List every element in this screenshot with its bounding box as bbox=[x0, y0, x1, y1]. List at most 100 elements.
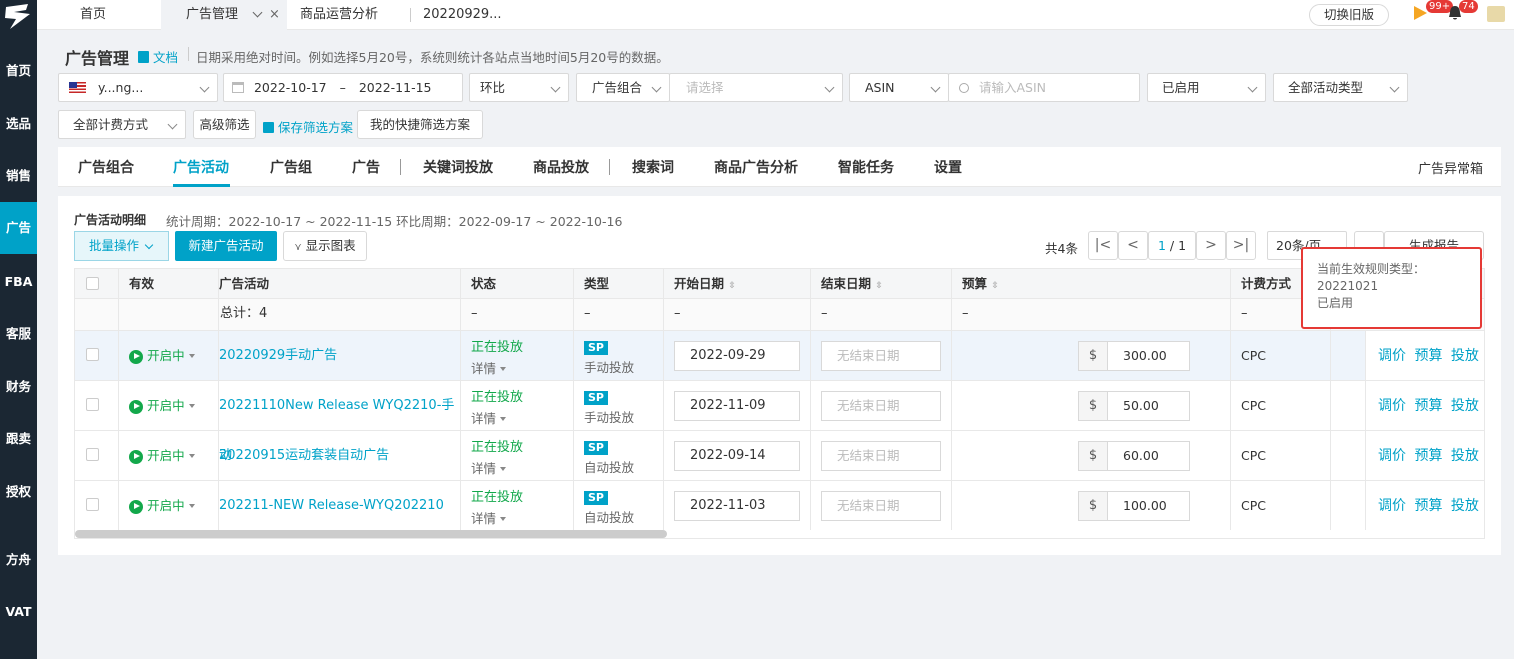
sidebar-item-product-selection[interactable]: 选品 bbox=[0, 114, 37, 134]
first-page-button[interactable]: |< bbox=[1088, 231, 1118, 260]
subtab-campaigns[interactable]: 广告活动 bbox=[173, 157, 229, 177]
sidebar-item-ark[interactable]: 方舟 bbox=[0, 550, 37, 570]
row-detail-toggle[interactable]: 详情 bbox=[471, 458, 573, 479]
portfolio-type-select[interactable]: 广告组合 bbox=[576, 73, 670, 102]
targeting-link[interactable]: 投放 bbox=[1451, 498, 1479, 514]
start-date-input[interactable]: 2022-11-09 bbox=[674, 391, 800, 421]
asin-search-input[interactable]: 请输入ASIN bbox=[948, 73, 1140, 102]
row-state-toggle[interactable]: 开启中 bbox=[119, 381, 219, 430]
budget-input[interactable]: 300.00 bbox=[1107, 341, 1190, 371]
header-start-date[interactable]: 开始日期 ⇳ bbox=[664, 269, 811, 299]
sidebar-item-service[interactable]: 客服 bbox=[0, 324, 37, 344]
budget-input[interactable]: 60.00 bbox=[1107, 441, 1190, 471]
header-end-date[interactable]: 结束日期 ⇳ bbox=[811, 269, 952, 299]
subtab-smart-tasks[interactable]: 智能任务 bbox=[838, 157, 894, 177]
row-status: 正在投放 bbox=[471, 490, 524, 505]
campaign-name-link[interactable]: 20220929手动广告 bbox=[219, 348, 337, 363]
sidebar-item-ads[interactable]: 广告 bbox=[0, 202, 37, 254]
start-date-input[interactable]: 2022-11-03 bbox=[674, 491, 800, 521]
adjust-bid-link[interactable]: 调价 bbox=[1378, 498, 1406, 514]
subtab-product-targeting[interactable]: 商品投放 bbox=[533, 157, 589, 177]
budget-link[interactable]: 预算 bbox=[1414, 398, 1442, 414]
row-state-toggle[interactable]: 开启中 bbox=[119, 431, 219, 480]
row-detail-toggle[interactable]: 详情 bbox=[471, 508, 573, 529]
sidebar-item-fba[interactable]: FBA bbox=[0, 272, 37, 292]
portfolio-select[interactable]: 请选择 bbox=[669, 73, 843, 102]
page-indicator[interactable]: 1 / 1 bbox=[1148, 231, 1196, 260]
sidebar-item-follow-sell[interactable]: 跟卖 bbox=[0, 429, 37, 449]
row-checkbox[interactable] bbox=[86, 448, 99, 461]
billing-select[interactable]: 全部计费方式 bbox=[58, 110, 186, 139]
sidebar-item-finance[interactable]: 财务 bbox=[0, 377, 37, 397]
adjust-bid-link[interactable]: 调价 bbox=[1378, 398, 1406, 414]
save-scheme-button[interactable]: 保存筛选方案 bbox=[263, 117, 353, 136]
last-page-button[interactable]: >| bbox=[1226, 231, 1256, 260]
adjust-bid-link[interactable]: 调价 bbox=[1378, 348, 1406, 364]
adjust-bid-link[interactable]: 调价 bbox=[1378, 448, 1406, 464]
sidebar-item-authorization[interactable]: 授权 bbox=[0, 482, 37, 502]
subtab-ad-groups[interactable]: 广告组 bbox=[270, 157, 312, 177]
my-scheme-button[interactable]: 我的快捷筛选方案 bbox=[357, 110, 483, 139]
row-state-toggle[interactable]: 开启中 bbox=[119, 331, 219, 380]
row-checkbox[interactable] bbox=[86, 398, 99, 411]
doc-link[interactable]: 文档 bbox=[138, 47, 178, 66]
store-select[interactable]: y...ng... bbox=[58, 73, 218, 102]
next-page-button[interactable]: > bbox=[1196, 231, 1226, 260]
row-campaign-cell: 20220929手动广告 bbox=[219, 331, 461, 380]
show-chart-button[interactable]: ⋎ 显示图表 bbox=[283, 231, 367, 261]
advanced-filter-button[interactable]: 高级筛选 bbox=[193, 110, 256, 139]
row-detail-toggle[interactable]: 详情 bbox=[471, 408, 573, 429]
ad-exception-box-link[interactable]: 广告异常箱 bbox=[1418, 158, 1483, 177]
sidebar-item-sales[interactable]: 销售 bbox=[0, 166, 37, 186]
status-select[interactable]: 已启用 bbox=[1147, 73, 1266, 102]
asin-type-select[interactable]: ASIN bbox=[849, 73, 949, 102]
tab-ad-management[interactable]: 广告管理 × bbox=[161, 0, 287, 30]
end-date-input[interactable]: 无结束日期 bbox=[821, 491, 941, 521]
current-page-input[interactable]: 1 bbox=[1158, 238, 1166, 253]
end-date-input[interactable]: 无结束日期 bbox=[821, 441, 941, 471]
row-state-toggle[interactable]: 开启中 bbox=[119, 481, 219, 530]
new-campaign-button[interactable]: 新建广告活动 bbox=[175, 231, 277, 261]
subtab-product-ad-analysis[interactable]: 商品广告分析 bbox=[714, 157, 798, 177]
tab-campaign-20220929[interactable]: 20220929... bbox=[423, 0, 502, 30]
subtab-keyword-targeting[interactable]: 关键词投放 bbox=[423, 157, 493, 177]
start-date-input[interactable]: 2022-09-14 bbox=[674, 441, 800, 471]
batch-operation-button[interactable]: 批量操作 bbox=[74, 231, 169, 261]
subtab-portfolio[interactable]: 广告组合 bbox=[78, 157, 134, 177]
tab-home[interactable]: 首页 bbox=[80, 0, 106, 30]
budget-link[interactable]: 预算 bbox=[1414, 498, 1442, 514]
horizontal-scrollbar[interactable] bbox=[75, 530, 667, 538]
end-date-input[interactable]: 无结束日期 bbox=[821, 341, 941, 371]
close-icon[interactable]: × bbox=[269, 0, 280, 30]
campaign-name-link[interactable]: 20220915运动套装自动广告 bbox=[219, 448, 389, 463]
compare-select[interactable]: 环比 bbox=[469, 73, 569, 102]
targeting-link[interactable]: 投放 bbox=[1451, 448, 1479, 464]
tab-product-analysis[interactable]: 商品运营分析 bbox=[300, 0, 378, 30]
select-all-checkbox[interactable] bbox=[86, 277, 99, 290]
start-date-input[interactable]: 2022-09-29 bbox=[674, 341, 800, 371]
prev-page-button[interactable]: < bbox=[1118, 231, 1148, 260]
activity-type-select[interactable]: 全部活动类型 bbox=[1273, 73, 1408, 102]
subtab-search-terms[interactable]: 搜索词 bbox=[632, 157, 674, 177]
budget-input[interactable]: 100.00 bbox=[1107, 491, 1190, 521]
date-range-picker[interactable]: 2022-10-17 – 2022-11-15 bbox=[223, 73, 463, 102]
targeting-link[interactable]: 投放 bbox=[1451, 348, 1479, 364]
targeting-link[interactable]: 投放 bbox=[1451, 398, 1479, 414]
subtab-ads[interactable]: 广告 bbox=[352, 157, 380, 177]
end-date-input[interactable]: 无结束日期 bbox=[821, 391, 941, 421]
switch-old-version-button[interactable]: 切换旧版 bbox=[1309, 4, 1389, 26]
brand-logo[interactable] bbox=[2, 2, 35, 32]
sidebar-item-vat[interactable]: VAT bbox=[0, 602, 37, 622]
subtab-settings[interactable]: 设置 bbox=[934, 157, 962, 177]
avatar[interactable] bbox=[1487, 6, 1505, 22]
header-budget[interactable]: 预算 ⇳ bbox=[952, 269, 1231, 299]
row-checkbox[interactable] bbox=[86, 498, 99, 511]
row-checkbox[interactable] bbox=[86, 348, 99, 361]
campaign-name-link[interactable]: 202211-NEW Release-WYQ202210 bbox=[219, 498, 444, 513]
budget-link[interactable]: 预算 bbox=[1414, 348, 1442, 364]
chevron-down-icon[interactable] bbox=[252, 7, 263, 18]
budget-input[interactable]: 50.00 bbox=[1107, 391, 1190, 421]
budget-link[interactable]: 预算 bbox=[1414, 448, 1442, 464]
sidebar-item-home[interactable]: 首页 bbox=[0, 61, 37, 81]
row-detail-toggle[interactable]: 详情 bbox=[471, 358, 573, 379]
